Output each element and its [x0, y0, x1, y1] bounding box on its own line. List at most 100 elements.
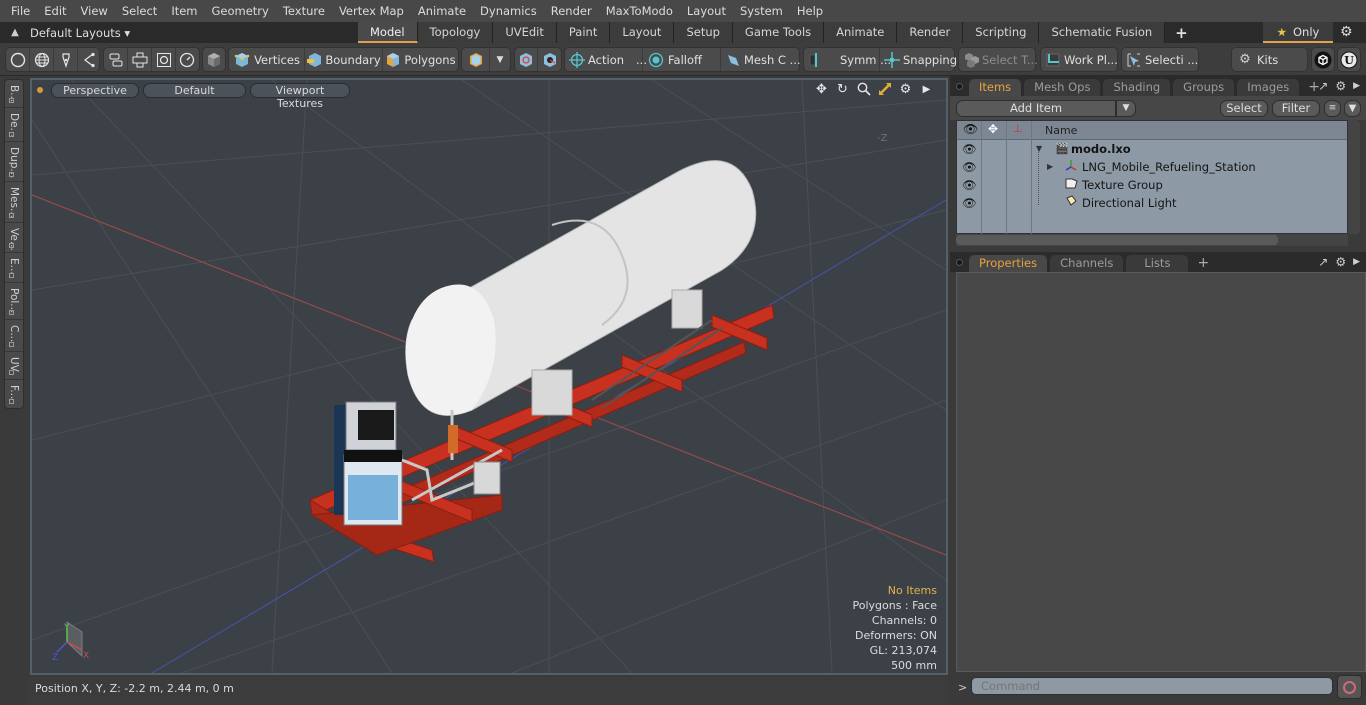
funnel-filter-icon[interactable]: ▼	[1344, 100, 1361, 117]
rotate-tool-button[interactable]	[176, 48, 198, 71]
only-button[interactable]: ★ Only	[1263, 22, 1333, 43]
viewport-options-dot[interactable]	[37, 87, 43, 93]
panel-arrow-icon[interactable]: ▶	[1353, 255, 1360, 269]
left-tab-uv[interactable]: UV	[5, 352, 23, 380]
menu-select[interactable]: Select	[115, 0, 164, 22]
zoom-icon[interactable]	[856, 82, 871, 97]
lock-column-icon[interactable]: ✥	[988, 122, 998, 136]
uv-unwrap-tool-button[interactable]	[128, 48, 152, 71]
menu-geometry[interactable]: Geometry	[205, 0, 276, 22]
tab-paint[interactable]: Paint	[556, 22, 611, 43]
snap-mesh-button[interactable]	[515, 48, 538, 71]
snapping-button[interactable]: Snapping	[880, 48, 957, 71]
scrollbar-thumb[interactable]	[956, 235, 1278, 245]
tab-layout[interactable]: Layout	[610, 22, 675, 43]
shading-style-dropdown[interactable]: Default	[143, 82, 246, 98]
sphere-tool-button[interactable]	[6, 48, 30, 71]
tab-topology[interactable]: Topology	[417, 22, 494, 43]
tab-images[interactable]: Images	[1237, 79, 1300, 96]
add-item-button[interactable]: Add Item	[956, 100, 1116, 117]
left-tab-duplicate[interactable]: Dup...	[5, 142, 23, 182]
globe-tool-button[interactable]	[30, 48, 54, 71]
menu-render[interactable]: Render	[544, 0, 599, 22]
name-column-header[interactable]: Name	[1045, 124, 1077, 137]
type-column-icon[interactable]: ⊥	[1013, 122, 1023, 135]
tab-groups[interactable]: Groups	[1173, 79, 1235, 96]
left-tab-vertex[interactable]: Ve...	[5, 223, 23, 253]
tab-channels[interactable]: Channels	[1050, 255, 1124, 272]
background-constraint-button[interactable]	[538, 48, 561, 71]
unreal-button[interactable]: U	[1338, 48, 1360, 71]
panel-gear-icon[interactable]: ⚙	[1335, 79, 1346, 93]
bridge-tool-button[interactable]	[104, 48, 128, 71]
tab-game-tools[interactable]: Game Tools	[732, 22, 825, 43]
gear-icon[interactable]: ⚙	[1340, 24, 1353, 40]
view-type-dropdown[interactable]: Perspective	[51, 82, 139, 98]
pen-tool-button[interactable]	[54, 48, 78, 71]
viewport-textures-dropdown[interactable]: Viewport Textures	[250, 82, 350, 110]
items-vertical-scrollbar[interactable]	[1348, 120, 1360, 234]
selection-sets-button[interactable]: Selecti ...	[1122, 48, 1198, 71]
visibility-column-icon[interactable]: 👁	[963, 122, 978, 136]
visibility-eye-icon[interactable]: 👁	[962, 194, 977, 212]
material-dropdown-button[interactable]: ▼	[490, 48, 510, 71]
menu-help[interactable]: Help	[790, 0, 830, 22]
action-center-button[interactable]: Action...	[565, 48, 647, 71]
add-item-dropdown[interactable]: ▼	[1116, 100, 1136, 117]
left-tab-edge[interactable]: E...	[5, 253, 23, 283]
menu-item[interactable]: Item	[164, 0, 204, 22]
tab-properties[interactable]: Properties	[969, 255, 1048, 272]
menu-layout[interactable]: Layout	[680, 0, 733, 22]
add-tab-button[interactable]: +	[1191, 255, 1215, 272]
vertices-mode-button[interactable]: Vertices	[229, 48, 305, 71]
collapse-arrow-icon[interactable]: ▼	[1036, 140, 1042, 158]
item-row-texture-group[interactable]: 👁 Texture Group	[957, 176, 1347, 194]
layout-dropdown[interactable]: Default Layouts ▾	[30, 26, 326, 40]
curve-tool-button[interactable]	[78, 48, 100, 71]
left-tab-basic[interactable]: B...	[5, 80, 23, 108]
left-tab-fusion[interactable]: F...	[5, 380, 23, 408]
visibility-eye-icon[interactable]: 👁	[962, 158, 977, 176]
panel-arrow-icon[interactable]: ▶	[1353, 79, 1360, 93]
tab-mesh-ops[interactable]: Mesh Ops	[1024, 79, 1101, 96]
viewport-gear-icon[interactable]: ⚙	[898, 82, 913, 97]
item-row-mesh[interactable]: 👁 ▶ LNG_Mobile_Refueling_Station	[957, 158, 1347, 176]
menu-file[interactable]: File	[4, 0, 37, 22]
menu-animate[interactable]: Animate	[411, 0, 473, 22]
maximize-icon[interactable]	[877, 82, 892, 97]
menu-texture[interactable]: Texture	[276, 0, 332, 22]
menu-view[interactable]: View	[74, 0, 115, 22]
left-tab-polygon[interactable]: Pol...	[5, 283, 23, 320]
left-tab-curve[interactable]: C...	[5, 320, 23, 352]
visibility-eye-icon[interactable]: 👁	[962, 176, 977, 194]
expand-icon[interactable]: ↗	[1318, 79, 1328, 93]
list-options-button[interactable]: ≡	[1324, 100, 1341, 117]
tab-model[interactable]: Model	[358, 22, 418, 43]
bevel-tool-button[interactable]	[152, 48, 176, 71]
panel-gear-icon[interactable]: ⚙	[1335, 255, 1346, 269]
falloff-button[interactable]: Falloff	[643, 48, 721, 71]
symmetry-button[interactable]: Symm ...	[804, 48, 891, 71]
tab-items[interactable]: Items	[969, 79, 1022, 96]
eject-icon[interactable]: ▲	[0, 27, 30, 38]
select-through-button[interactable]: Select T...	[959, 48, 1038, 71]
menu-edit[interactable]: Edit	[37, 0, 73, 22]
tab-shading[interactable]: Shading	[1103, 79, 1171, 96]
item-mode-button[interactable]	[203, 48, 225, 71]
item-row-scene[interactable]: 👁 ▼ 🎬 modo.lxo	[957, 140, 1347, 158]
tab-render[interactable]: Render	[897, 22, 964, 43]
3d-viewport[interactable]: Perspective Default Viewport Textures ✥ …	[30, 78, 948, 675]
command-input[interactable]	[971, 677, 1333, 695]
tab-scripting[interactable]: Scripting	[963, 22, 1040, 43]
select-button[interactable]: Select	[1220, 100, 1268, 117]
item-row-directional-light[interactable]: 👁 Directional Light	[957, 194, 1347, 212]
tab-schematic-fusion[interactable]: Schematic Fusion	[1039, 22, 1166, 43]
tab-lists[interactable]: Lists	[1126, 255, 1189, 272]
filter-button[interactable]: Filter	[1272, 100, 1320, 117]
orbit-icon[interactable]: ↻	[835, 82, 850, 97]
expand-arrow-icon[interactable]: ▶	[1047, 158, 1053, 176]
unity-button[interactable]	[1312, 48, 1334, 71]
polygons-mode-button[interactable]: Polygons	[383, 48, 458, 71]
kits-button[interactable]: ⚙ Kits	[1232, 48, 1307, 71]
add-layout-tab-button[interactable]: +	[1165, 24, 1198, 42]
